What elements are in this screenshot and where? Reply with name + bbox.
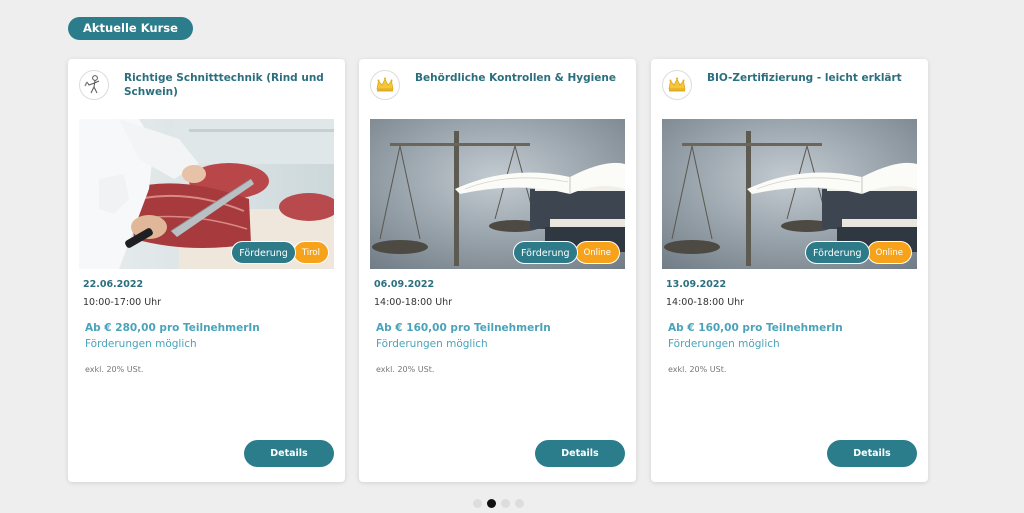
course-card-header: Behördliche Kontrollen & Hygiene [370,69,626,109]
course-title[interactable]: BIO-Zertifizierung - leicht erklärt [707,71,918,85]
course-date: 22.06.2022 [83,279,144,290]
details-button[interactable]: Details [827,440,917,467]
meat-cutting-photo: Förderung Tirol [79,119,334,269]
carousel-dot[interactable] [501,499,510,508]
carousel-dot[interactable] [473,499,482,508]
course-time: 14:00-18:00 Uhr [374,297,453,308]
course-card-header: BIO-Zertifizierung - leicht erklärt [662,69,918,109]
course-card: Richtige Schnitttechnik (Rind und Schwei… [68,59,345,482]
funding-badge: Förderung [805,241,870,264]
course-card: Behördliche Kontrollen & Hygiene Förderu… [359,59,636,482]
funding-note: Förderungen möglich [376,338,488,350]
scales-and-books-photo: Förderung Online [370,119,625,269]
funding-note: Förderungen möglich [85,338,197,350]
course-badges: Förderung Online [805,241,912,264]
course-date: 13.09.2022 [666,279,727,290]
crown-icon [662,70,692,100]
region-badge: Tirol [292,241,329,264]
course-card-header: Richtige Schnitttechnik (Rind und Schwei… [79,69,335,109]
vat-note: exkl. 20% USt. [376,365,435,374]
butcher-figure-icon [79,70,109,100]
vat-note: exkl. 20% USt. [668,365,727,374]
course-badges: Förderung Online [513,241,620,264]
region-badge: Online [574,241,620,264]
region-badge: Online [866,241,912,264]
funding-badge: Förderung [513,241,578,264]
course-title[interactable]: Richtige Schnitttechnik (Rind und Schwei… [124,71,335,99]
carousel-dot[interactable] [515,499,524,508]
course-time: 10:00-17:00 Uhr [83,297,162,308]
course-time: 14:00-18:00 Uhr [666,297,745,308]
details-button[interactable]: Details [535,440,625,467]
vat-note: exkl. 20% USt. [85,365,144,374]
carousel-pagination [473,499,529,508]
course-date: 06.09.2022 [374,279,435,290]
course-title[interactable]: Behördliche Kontrollen & Hygiene [415,71,626,85]
section-title-pill: Aktuelle Kurse [68,17,193,40]
crown-icon [370,70,400,100]
funding-badge: Förderung [231,241,296,264]
scales-and-books-photo: Förderung Online [662,119,917,269]
course-price: Ab € 160,00 pro TeilnehmerIn [376,322,551,334]
course-price: Ab € 280,00 pro TeilnehmerIn [85,322,260,334]
funding-note: Förderungen möglich [668,338,780,350]
course-price: Ab € 160,00 pro TeilnehmerIn [668,322,843,334]
details-button[interactable]: Details [244,440,334,467]
carousel-dot[interactable] [487,499,496,508]
course-badges: Förderung Tirol [231,241,329,264]
course-card: BIO-Zertifizierung - leicht erklärt Förd… [651,59,928,482]
